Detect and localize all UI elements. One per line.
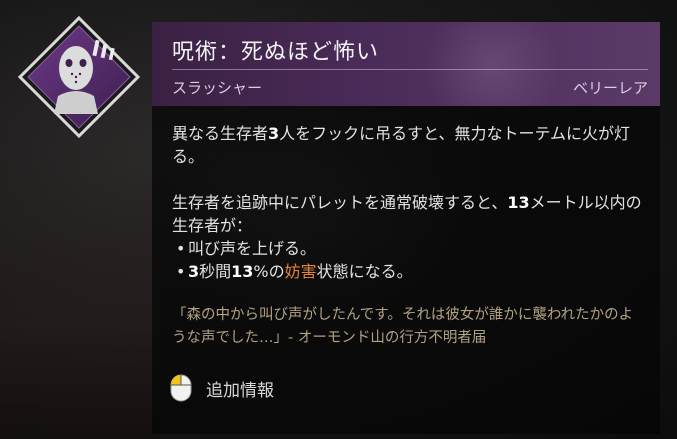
perk-title: 呪術：死ぬほど怖い (172, 40, 380, 65)
header-divider (172, 69, 648, 70)
slasher-mask-perk-icon[interactable] (17, 15, 141, 139)
effect-item-hindered: 3秒間13%の妨害状態になる。 (172, 260, 642, 283)
tooltip-header: 呪術：死ぬほど怖い スラッシャー ベリーレア (152, 22, 660, 106)
mouse-left-click-icon (170, 374, 192, 402)
effect-item-scream: 叫び声を上げる。 (172, 237, 642, 260)
effect-list: 叫び声を上げる。 3秒間13%の妨害状態になる。 (172, 237, 642, 283)
description-paragraph-1: 異なる生存者3人をフックに吊るすと、無力なトーテムに火が灯る。 (172, 124, 631, 166)
background-branches (0, 150, 160, 439)
perk-tooltip: 呪術：死ぬほど怖い スラッシャー ベリーレア 異なる生存者3人をフックに吊るすと… (152, 22, 660, 434)
flavor-text: 「森の中から叫び声がしたんです。それは彼女が誰かに襲われたかのような声でした…」… (172, 307, 634, 346)
header-decoration (402, 22, 582, 106)
status-effect-keyword: 妨害 (284, 262, 317, 281)
description-paragraph-2: 生存者を追跡中にパレットを通常破壊すると、13メートル以内の生存者が： (172, 193, 642, 235)
perk-rarity: ベリーレア (572, 79, 648, 97)
more-info-label: 追加情報 (206, 380, 274, 401)
perk-description: 異なる生存者3人をフックに吊るすと、無力なトーテムに火が灯る。 生存者を追跡中に… (172, 122, 642, 283)
survivor-count: 3 (268, 124, 280, 143)
range-value: 13 (507, 193, 530, 212)
more-info-prompt[interactable]: 追加情報 (170, 374, 274, 402)
perk-owner: スラッシャー (172, 79, 263, 97)
